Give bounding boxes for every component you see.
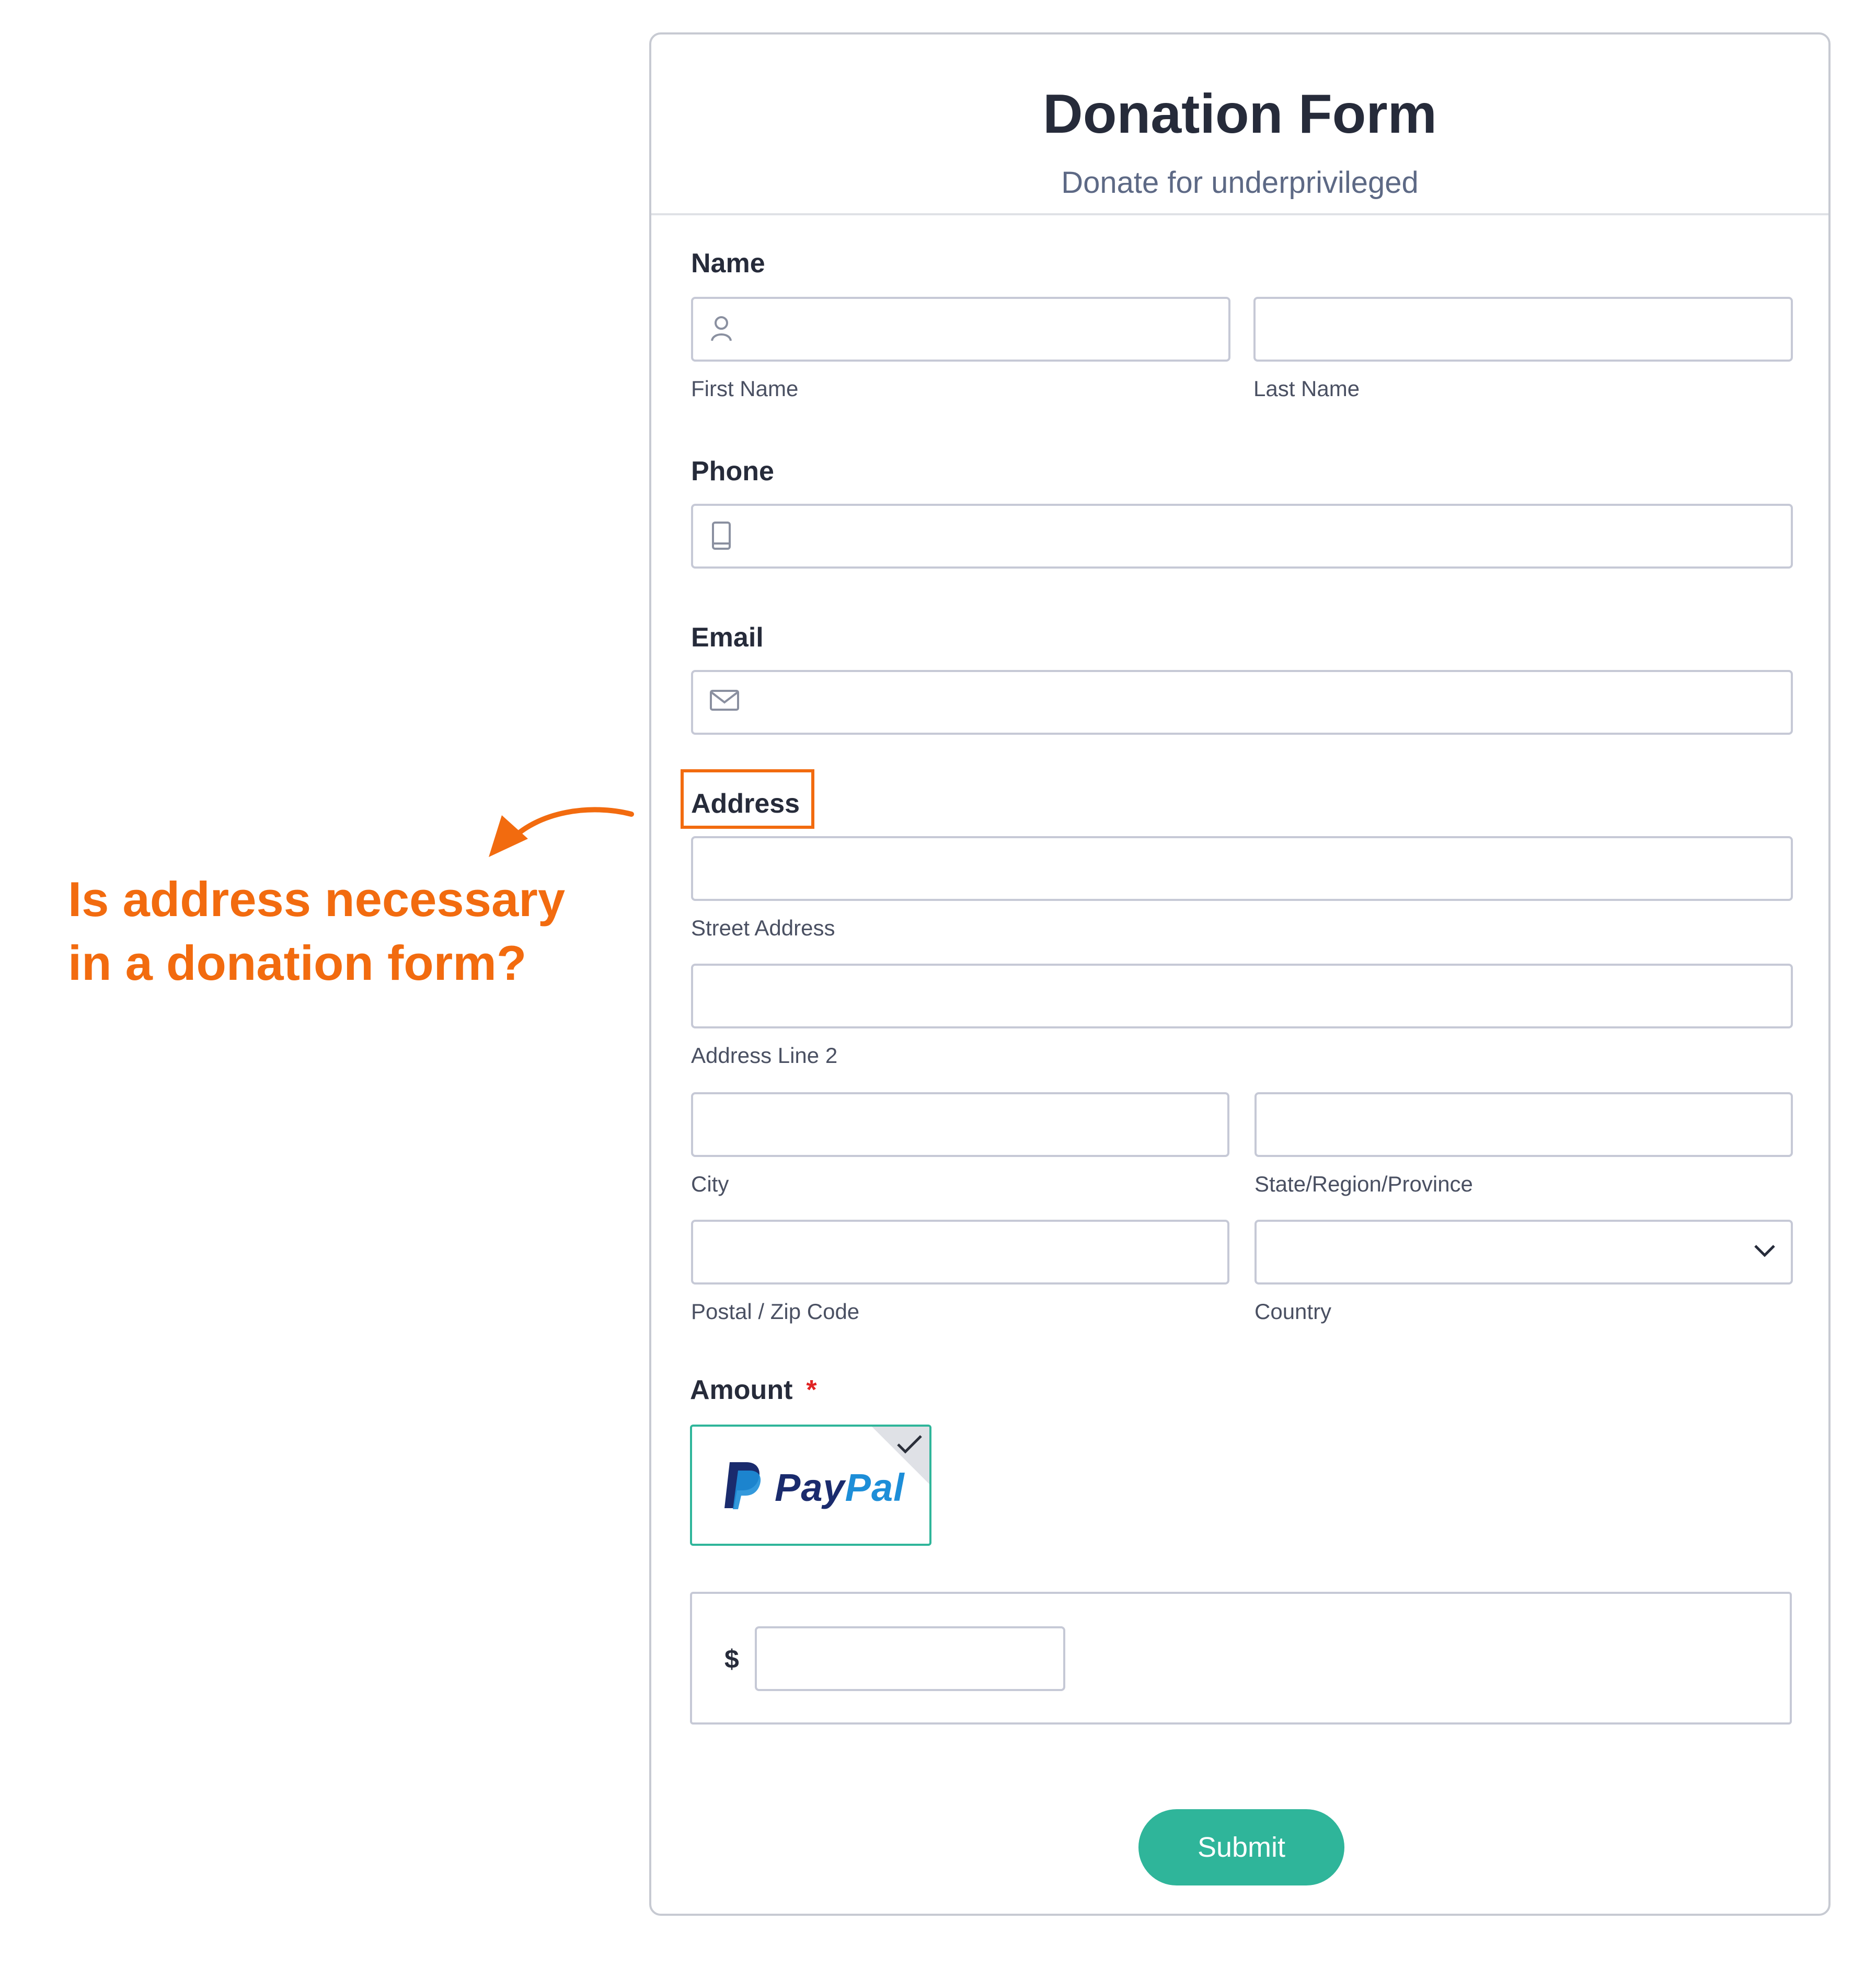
paypal-word-pay: Pay (775, 1466, 845, 1509)
amount-label: Amount * (690, 1374, 817, 1406)
paypal-word-pal: Pal (845, 1466, 905, 1509)
paypal-wordmark: PayPal (775, 1465, 905, 1510)
phone-label: Phone (691, 456, 774, 487)
paypal-logo-icon (722, 1460, 764, 1513)
country-label: Country (1254, 1299, 1332, 1324)
annotation-line-2: in a donation form? (68, 935, 527, 990)
phone-field[interactable] (691, 504, 1793, 569)
city-field[interactable] (691, 1092, 1229, 1157)
state-field[interactable] (1254, 1092, 1793, 1157)
country-select[interactable] (1254, 1220, 1793, 1285)
form-subtitle: Donate for underprivileged (1061, 166, 1419, 200)
postal-code-label: Postal / Zip Code (691, 1299, 860, 1324)
annotation-line-1: Is address necessary (68, 872, 566, 927)
amount-container: $ (690, 1592, 1792, 1725)
required-mark: * (806, 1375, 817, 1405)
form-header: Donation Form Donate for underprivileged (651, 34, 1828, 215)
address-line-2-label: Address Line 2 (691, 1043, 838, 1068)
street-address-field[interactable] (691, 836, 1793, 901)
last-name-field[interactable] (1253, 297, 1793, 362)
name-label: Name (691, 248, 765, 279)
address-line-2-field[interactable] (691, 964, 1793, 1028)
email-field[interactable] (691, 670, 1793, 735)
user-icon (709, 314, 734, 345)
amount-input[interactable] (755, 1626, 1065, 1691)
street-address-label: Street Address (691, 916, 835, 940)
chevron-down-icon (1753, 1243, 1776, 1261)
email-label: Email (691, 622, 764, 653)
currency-symbol: $ (724, 1645, 739, 1674)
last-name-label: Last Name (1253, 376, 1360, 401)
checkmark-icon (895, 1433, 924, 1459)
first-name-label: First Name (691, 376, 799, 401)
submit-button[interactable]: Submit (1138, 1809, 1344, 1885)
first-name-field[interactable] (691, 297, 1230, 362)
paypal-option[interactable]: PayPal (690, 1425, 931, 1546)
city-label: City (691, 1172, 729, 1196)
mail-icon (709, 687, 740, 716)
annotation-text: Is address necessary in a donation form? (68, 867, 591, 995)
phone-icon (709, 520, 734, 554)
postal-code-field[interactable] (691, 1220, 1229, 1285)
amount-label-text: Amount (690, 1375, 793, 1405)
state-label: State/Region/Province (1254, 1172, 1473, 1196)
address-label: Address (691, 789, 800, 819)
form-title: Donation Form (1043, 83, 1437, 145)
